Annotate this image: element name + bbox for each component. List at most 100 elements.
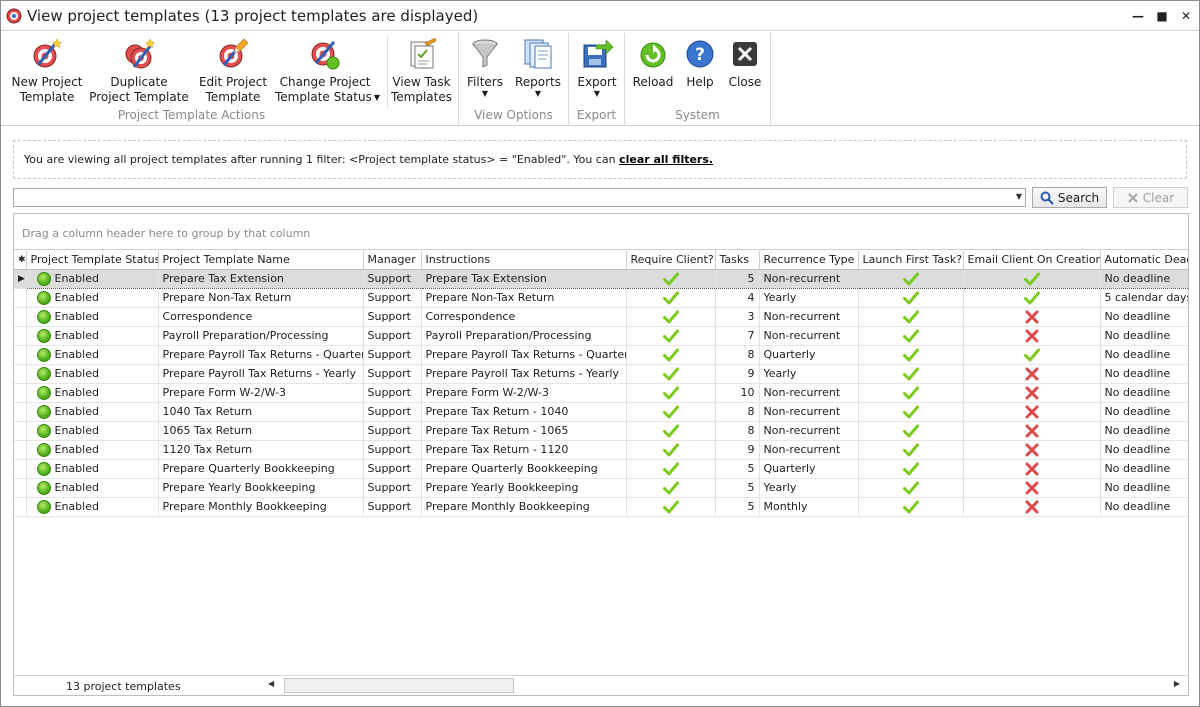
column-header-instructions[interactable]: Instructions	[421, 251, 627, 270]
check-icon	[902, 386, 919, 399]
column-header-name[interactable]: Project Template Name	[158, 251, 364, 270]
minimize-button[interactable]: —	[1131, 9, 1145, 23]
check-icon	[902, 329, 919, 342]
cell-status: Enabled	[26, 288, 159, 308]
cell-require-client	[626, 478, 716, 498]
status-text: Enabled	[54, 309, 99, 323]
duplicate-template-icon	[125, 38, 156, 69]
cross-icon	[1025, 367, 1038, 380]
table-row[interactable]: Enabled Prepare Non-Tax Return Support Prep…	[14, 288, 1188, 308]
group-by-panel[interactable]: Drag a column header here to group by th…	[14, 214, 1188, 250]
row-indicator[interactable]	[14, 326, 27, 346]
table-row[interactable]: Enabled 1065 Tax Return Support Prepare Tax…	[14, 421, 1188, 441]
table-row[interactable]: ▶ Enabled Prepare Tax Extension Support Prep…	[14, 268, 1188, 289]
table-row[interactable]: Enabled Prepare Quarterly Bookkeeping Supp…	[14, 459, 1188, 479]
row-indicator[interactable]	[14, 459, 27, 479]
column-header-require-client[interactable]: Require Client?	[626, 251, 716, 270]
view-task-templates-button[interactable]: View Task Templates	[387, 35, 455, 109]
status-enabled-icon	[36, 461, 51, 476]
row-indicator[interactable]	[14, 421, 27, 441]
edit-template-label-2: Template	[205, 90, 261, 104]
ribbon: New Project Template Duplicate Project T…	[1, 31, 1199, 126]
row-indicator[interactable]: ▶	[14, 269, 27, 289]
row-indicator[interactable]	[14, 345, 27, 365]
edit-project-template-button[interactable]: Edit Project Template	[195, 35, 271, 109]
cell-name: Prepare Monthly Bookkeeping	[158, 497, 364, 517]
cell-email-client	[963, 383, 1101, 403]
check-icon	[902, 367, 919, 380]
table-row[interactable]: Enabled Prepare Yearly Bookkeeping Support…	[14, 478, 1188, 498]
column-header-launch-first[interactable]: Launch First Task?	[858, 251, 964, 270]
scroll-left-icon[interactable]: ◀	[268, 679, 274, 688]
reload-button[interactable]: Reload	[631, 35, 675, 109]
cell-name: 1120 Tax Return	[158, 440, 364, 460]
cell-instructions: Prepare Tax Return - 1120	[421, 440, 627, 460]
row-indicator[interactable]	[14, 440, 27, 460]
reload-icon	[640, 42, 666, 68]
row-indicator[interactable]	[14, 478, 27, 498]
search-input[interactable]	[14, 189, 1004, 206]
cell-recurrence: Non-recurrent	[759, 440, 859, 460]
clear-all-filters-link[interactable]: clear all filters.	[619, 153, 713, 166]
help-label: Help	[686, 75, 714, 89]
row-indicator[interactable]	[14, 364, 27, 384]
row-indicator[interactable]	[14, 402, 27, 422]
status-enabled-icon	[36, 347, 51, 362]
maximize-button[interactable]: ■	[1155, 9, 1169, 23]
reports-button[interactable]: Reports ▼	[513, 35, 563, 109]
new-project-template-button[interactable]: New Project Template	[9, 35, 85, 109]
chevron-down-icon[interactable]: ▼	[1016, 192, 1022, 201]
close-button[interactable]: Close	[725, 35, 765, 109]
table-row[interactable]: Enabled Prepare Form W-2/W-3 Support Prepar…	[14, 383, 1188, 403]
reports-icon	[524, 39, 552, 69]
scroll-right-icon[interactable]: ▶	[1174, 679, 1180, 688]
filters-button[interactable]: Filters ▼	[465, 35, 505, 109]
table-row[interactable]: Enabled 1120 Tax Return Support Prepare Tax…	[14, 440, 1188, 460]
cell-manager: Support	[363, 497, 422, 517]
search-combo[interactable]: ▼	[13, 188, 1026, 207]
cell-launch-first	[858, 307, 964, 327]
table-row[interactable]: Enabled Payroll Preparation/Processing Sup…	[14, 326, 1188, 346]
column-header-tasks[interactable]: Tasks	[715, 251, 760, 270]
column-header-deadline[interactable]: Automatic Deadline	[1100, 251, 1188, 270]
search-button[interactable]: Search	[1032, 187, 1107, 208]
cell-manager: Support	[363, 440, 422, 460]
column-header-recurrence[interactable]: Recurrence Type	[759, 251, 859, 270]
cell-require-client	[626, 345, 716, 365]
filter-info-text: You are viewing all project templates af…	[24, 153, 616, 166]
column-header-manager[interactable]: Manager	[363, 251, 422, 270]
cell-name: Prepare Non-Tax Return	[158, 288, 364, 308]
search-button-label: Search	[1057, 190, 1100, 205]
table-row[interactable]: Enabled Prepare Monthly Bookkeeping Suppor…	[14, 497, 1188, 517]
row-indicator[interactable]	[14, 383, 27, 403]
status-enabled-icon	[36, 328, 51, 343]
row-indicator[interactable]	[14, 497, 27, 517]
cell-require-client	[626, 497, 716, 517]
check-icon	[662, 329, 679, 342]
column-header-status[interactable]: Project Template Status	[26, 251, 159, 270]
status-text: Enabled	[54, 328, 99, 342]
export-button[interactable]: Export ▼	[575, 35, 619, 109]
close-window-button[interactable]: ✕	[1179, 9, 1193, 23]
grid-footer: 13 project templates ◀ ▶	[14, 675, 1188, 695]
duplicate-project-template-button[interactable]: Duplicate Project Template	[89, 35, 189, 109]
cross-icon	[1025, 500, 1038, 513]
column-header-email-client[interactable]: Email Client On Creation?	[963, 251, 1101, 270]
cell-launch-first	[858, 288, 964, 308]
change-project-template-status-button[interactable]: Change Project Template Status ▼	[275, 35, 380, 109]
row-indicator[interactable]	[14, 307, 27, 327]
table-row[interactable]: Enabled Prepare Payroll Tax Returns - Yea…	[14, 364, 1188, 384]
cell-require-client	[626, 440, 716, 460]
status-text: Enabled	[54, 385, 99, 399]
cell-email-client	[963, 326, 1101, 346]
horizontal-scroll-thumb[interactable]	[284, 678, 514, 693]
table-row[interactable]: Enabled 1040 Tax Return Support Prepare Tax…	[14, 402, 1188, 422]
clear-button[interactable]: Clear	[1113, 187, 1188, 208]
table-row[interactable]: Enabled Correspondence Support Corresponden…	[14, 307, 1188, 327]
help-button[interactable]: ? Help	[681, 35, 719, 109]
grid-body: ▶ Enabled Prepare Tax Extension Support Prep…	[14, 268, 1188, 517]
table-row[interactable]: Enabled Prepare Payroll Tax Returns - Qua…	[14, 345, 1188, 365]
row-indicator[interactable]	[14, 288, 27, 308]
status-enabled-icon	[36, 404, 51, 419]
status-enabled-icon	[36, 309, 51, 324]
